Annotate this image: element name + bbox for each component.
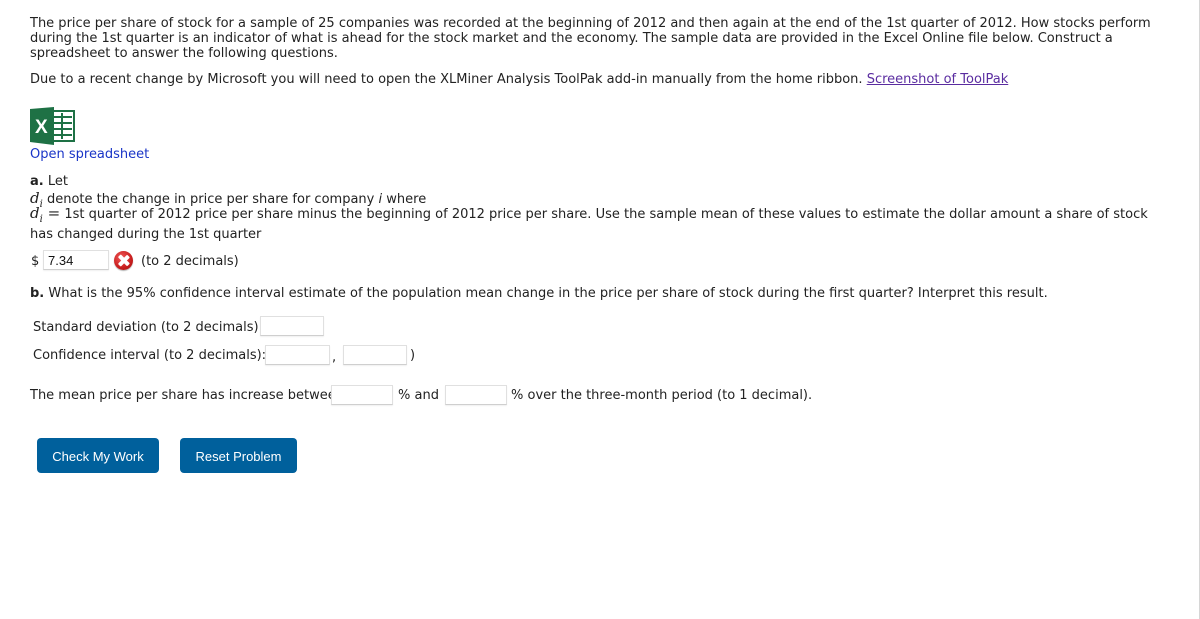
pct-lower-input[interactable] — [331, 385, 393, 405]
part-a-line1-end: where — [386, 192, 427, 207]
pct-upper-input[interactable] — [445, 385, 507, 405]
toolpak-notice-text: Due to a recent change by Microsoft you … — [30, 72, 863, 87]
part-a-heading: a. Let — [30, 174, 68, 189]
open-spreadsheet-link[interactable]: Open spreadsheet — [30, 147, 149, 162]
std-dev-input[interactable] — [260, 316, 324, 336]
reset-problem-button[interactable]: Reset Problem — [180, 438, 297, 473]
check-my-work-button[interactable]: Check My Work — [37, 438, 159, 473]
d-i-symbol-2: di = — [30, 204, 61, 226]
mean-change-input[interactable] — [43, 250, 109, 270]
ci-upper-input[interactable] — [343, 345, 407, 365]
ci-close-paren: ) — [410, 348, 416, 363]
interpretation-start: The mean price per share has increase be… — [30, 388, 344, 403]
currency-symbol: $ — [31, 254, 40, 269]
part-b-question-text: What is the 95% confidence interval esti… — [48, 286, 1048, 301]
part-a-line2-text: 1st quarter of 2012 price per share minu… — [30, 207, 1148, 242]
part-a-lead: Let — [47, 174, 68, 189]
part-a-line2: di = 1st quarter of 2012 price per share… — [30, 204, 1170, 243]
std-dev-label: Standard deviation (to 2 decimals): — [33, 320, 263, 335]
incorrect-x-icon — [114, 251, 133, 270]
excel-icon-letter: X — [35, 117, 48, 138]
part-b-label: b. — [30, 286, 45, 301]
ci-label: Confidence interval (to 2 decimals): ( — [33, 348, 276, 363]
excel-icon[interactable]: X — [30, 107, 76, 145]
ci-comma: , — [332, 350, 337, 365]
part-b-question: b. What is the 95% confidence interval e… — [30, 286, 1048, 301]
ci-lower-input[interactable] — [265, 345, 330, 365]
part-a-hint: (to 2 decimals) — [141, 254, 239, 269]
company-i: i — [378, 192, 383, 207]
problem-intro: The price per share of stock for a sampl… — [30, 16, 1151, 61]
toolpak-notice: Due to a recent change by Microsoft you … — [30, 72, 1170, 87]
part-a-label: a. — [30, 174, 44, 189]
part-a-line1-text: denote the change in price per share for… — [46, 192, 375, 207]
toolpak-screenshot-link[interactable]: Screenshot of ToolPak — [867, 72, 1009, 87]
interpretation-mid: % and — [398, 388, 439, 403]
interpretation-end: % over the three-month period (to 1 deci… — [511, 388, 813, 403]
